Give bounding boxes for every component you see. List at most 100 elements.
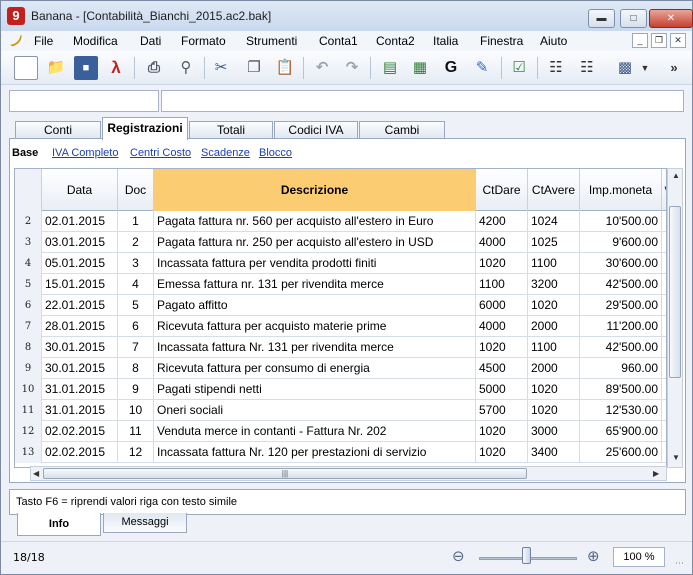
cell-imp-moneta[interactable]: 30'600.00 <box>580 253 662 274</box>
cell-ctavere[interactable]: 3400 <box>528 442 580 463</box>
table-row[interactable]: 5 15.01.2015 4 Emessa fattura nr. 131 per r… <box>15 274 666 295</box>
go-to-icon[interactable]: G <box>439 56 463 80</box>
undo-icon[interactable]: ↶ <box>310 56 334 80</box>
cell-data[interactable]: 31.01.2015 <box>42 400 118 421</box>
header-descrizione[interactable]: Descrizione <box>154 169 476 211</box>
cell-descrizione[interactable]: Emessa fattura nr. 131 per rivendita mer… <box>154 274 476 295</box>
cell-address-field[interactable] <box>9 90 159 112</box>
cell-imp-moneta[interactable]: 25'600.00 <box>580 442 662 463</box>
zoom-in-icon[interactable]: ⊕ <box>587 547 600 565</box>
cell-descrizione[interactable]: Ricevuta fattura per consumo di energia <box>154 358 476 379</box>
cell-ctdare[interactable]: 4000 <box>476 232 528 253</box>
cell-descrizione[interactable]: Oneri sociali <box>154 400 476 421</box>
pdf-icon[interactable]: λ <box>104 56 128 80</box>
cell-data[interactable]: 03.01.2015 <box>42 232 118 253</box>
tab-registrazioni[interactable]: Registrazioni <box>102 117 188 140</box>
cell-imp-moneta[interactable]: 12'530.00 <box>580 400 662 421</box>
paste-icon[interactable]: 📋 <box>273 56 297 80</box>
table-row[interactable]: 10 31.01.2015 9 Pagati stipendi netti 5000 10… <box>15 379 666 400</box>
scroll-left-icon[interactable]: ◀ <box>33 469 39 478</box>
cell-imp-moneta[interactable]: 9'600.00 <box>580 232 662 253</box>
print-report-icon[interactable]: ▩ <box>613 56 637 80</box>
delete-row-icon[interactable]: ▦ <box>408 56 432 80</box>
cell-doc[interactable]: 2 <box>118 232 154 253</box>
cell-imp-moneta[interactable]: 89'500.00 <box>580 379 662 400</box>
view-blocco[interactable]: Blocco <box>259 147 292 159</box>
close-button[interactable]: ✕ <box>649 9 693 28</box>
mdi-close-icon[interactable]: ✕ <box>670 33 686 48</box>
cell-ctavere[interactable]: 3200 <box>528 274 580 295</box>
tab-totali[interactable]: Totali <box>189 121 273 139</box>
zoom-out-icon[interactable]: ⊖ <box>452 547 465 565</box>
vertical-scroll-thumb[interactable] <box>669 206 681 378</box>
cell-imp-moneta[interactable]: 10'500.00 <box>580 211 662 232</box>
cell-doc[interactable]: 4 <box>118 274 154 295</box>
cell-ctavere[interactable]: 1020 <box>528 295 580 316</box>
cell-ctavere[interactable]: 2000 <box>528 316 580 337</box>
cell-doc[interactable]: 11 <box>118 421 154 442</box>
cell-ctdare[interactable]: 5000 <box>476 379 528 400</box>
more-icon[interactable]: » <box>667 56 681 80</box>
cell-doc[interactable]: 5 <box>118 295 154 316</box>
cell-imp-moneta[interactable]: 11'200.00 <box>580 316 662 337</box>
menu-modifica[interactable]: Modifica <box>73 34 118 48</box>
table-row[interactable]: 8 30.01.2015 7 Incassata fattura Nr. 131 pe… <box>15 337 666 358</box>
cell-imp-moneta[interactable]: 960.00 <box>580 358 662 379</box>
scroll-right-icon[interactable]: ▶ <box>653 469 659 478</box>
copy-icon[interactable]: ❐ <box>242 56 266 80</box>
menu-file[interactable]: File <box>34 34 53 48</box>
table-row[interactable]: 4 05.01.2015 3 Incassata fattura per vendit… <box>15 253 666 274</box>
cell-ctdare[interactable]: 1020 <box>476 442 528 463</box>
cell-ctdare[interactable]: 1020 <box>476 421 528 442</box>
cell-imp-moneta[interactable]: 42'500.00 <box>580 337 662 358</box>
cell-descrizione[interactable]: Pagati stipendi netti <box>154 379 476 400</box>
table-row[interactable]: 7 28.01.2015 6 Ricevuta fattura per acquist… <box>15 316 666 337</box>
menu-strumenti[interactable]: Strumenti <box>246 34 297 48</box>
view-iva-completo[interactable]: IVA Completo <box>52 147 118 159</box>
cell-doc[interactable]: 9 <box>118 379 154 400</box>
menu-conta1[interactable]: Conta1 <box>319 34 358 48</box>
cell-imp-moneta[interactable]: 65'900.00 <box>580 421 662 442</box>
table-row[interactable]: 9 30.01.2015 8 Ricevuta fattura per consumo… <box>15 358 666 379</box>
redo-icon[interactable]: ↷ <box>340 56 364 80</box>
mdi-minimize-icon[interactable]: _ <box>632 33 648 48</box>
tab-info[interactable]: Info <box>17 513 101 536</box>
cell-descrizione[interactable]: Incassata fattura Nr. 131 per rivendita … <box>154 337 476 358</box>
find-icon[interactable]: ☷ <box>544 56 568 80</box>
cell-data[interactable]: 05.01.2015 <box>42 253 118 274</box>
cell-data[interactable]: 02.01.2015 <box>42 211 118 232</box>
cell-data[interactable]: 30.01.2015 <box>42 358 118 379</box>
cut-icon[interactable]: ✂ <box>209 56 233 80</box>
minimize-button[interactable]: ▬ <box>588 9 615 28</box>
cell-ctdare[interactable]: 5700 <box>476 400 528 421</box>
vertical-scrollbar[interactable]: ▲ ▼ <box>667 168 683 468</box>
tab-messaggi[interactable]: Messaggi <box>103 513 187 533</box>
view-base[interactable]: Base <box>12 147 38 159</box>
cell-doc[interactable]: 12 <box>118 442 154 463</box>
cell-data[interactable]: 02.02.2015 <box>42 442 118 463</box>
cell-imp-moneta[interactable]: 29'500.00 <box>580 295 662 316</box>
scroll-down-icon[interactable]: ▼ <box>672 453 680 462</box>
view-scadenze[interactable]: Scadenze <box>201 147 250 159</box>
mdi-restore-icon[interactable]: ❐ <box>651 33 667 48</box>
cell-ctavere[interactable]: 1024 <box>528 211 580 232</box>
table-row[interactable]: 11 31.01.2015 10 Oneri sociali 5700 1020 12'53… <box>15 400 666 421</box>
cell-doc[interactable]: 1 <box>118 211 154 232</box>
cell-doc[interactable]: 3 <box>118 253 154 274</box>
table-row[interactable]: 13 02.02.2015 12 Incassata fattura Nr. 120 … <box>15 442 666 463</box>
new-file-icon[interactable] <box>14 56 38 80</box>
scroll-up-icon[interactable]: ▲ <box>672 171 680 180</box>
table-row[interactable]: 3 03.01.2015 2 Pagata fattura nr. 250 per a… <box>15 232 666 253</box>
cell-ctavere[interactable]: 3000 <box>528 421 580 442</box>
menu-italia[interactable]: Italia <box>433 34 458 48</box>
cell-ctdare[interactable]: 4500 <box>476 358 528 379</box>
zoom-slider-thumb[interactable] <box>522 547 531 564</box>
cell-ctavere[interactable]: 1025 <box>528 232 580 253</box>
header-imp-moneta[interactable]: Imp.moneta <box>580 169 662 211</box>
tab-codici-iva[interactable]: Codici IVA <box>274 121 358 139</box>
menu-formato[interactable]: Formato <box>181 34 226 48</box>
cell-ctavere[interactable]: 1100 <box>528 337 580 358</box>
save-icon[interactable]: ■ <box>74 56 98 80</box>
header-ctdare[interactable]: CtDare <box>476 169 528 211</box>
cell-ctdare[interactable]: 1100 <box>476 274 528 295</box>
